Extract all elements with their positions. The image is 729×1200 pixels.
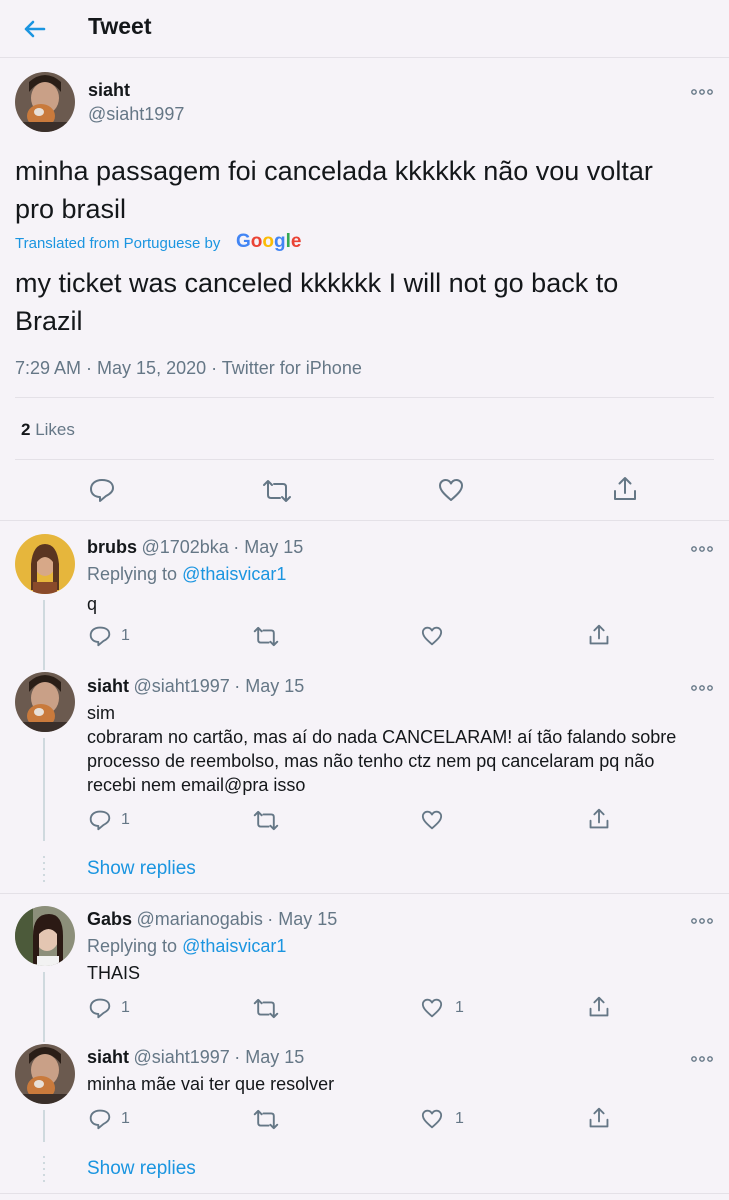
thread-line [43,600,45,670]
replying-label: Replying to [87,564,178,584]
thread-line [43,972,45,1042]
reply-author-name[interactable]: siaht [87,1047,129,1067]
likes-label: Likes [35,420,75,439]
reply-author-handle[interactable]: @marianogabis [136,909,262,929]
google-logo: Google [236,231,302,252]
more-options-icon[interactable] [691,84,713,95]
like-count: 1 [455,999,464,1016]
thread-line [43,1110,45,1142]
thread-line [43,738,45,841]
avatar[interactable] [15,906,75,966]
retweet-icon[interactable] [253,626,279,647]
likes-summary[interactable]: 2 Likes [21,420,75,440]
reply-count: 1 [121,811,130,828]
share-icon[interactable] [588,624,610,646]
reply-text: q [87,594,98,614]
reply-author-handle[interactable]: @siaht1997 [133,1047,229,1067]
reply-count: 1 [121,1110,130,1127]
reply-icon[interactable] [89,625,111,647]
like-icon[interactable] [421,998,443,1018]
reply-text-line: sim [87,703,115,723]
replying-to-link[interactable]: @thaisvicar1 [182,564,286,584]
reply-header: siaht @siaht1997 · May 15 [87,676,304,697]
translated-label: Translated from Portuguese by [15,235,221,252]
share-icon[interactable] [588,1107,610,1129]
retweet-icon[interactable] [253,810,279,831]
reply-text: minha mãe vai ter que resolver [87,1074,335,1094]
reply-author-name[interactable]: brubs [87,537,137,557]
reply-date[interactable]: · May 15 [267,909,337,929]
share-icon[interactable] [588,808,610,830]
like-icon[interactable] [421,1109,443,1129]
reply-header: Gabs @marianogabis · May 15 [87,909,337,930]
reply-text-line: cobraram no cartão, mas aí do nada CANCE… [87,727,677,747]
reply-date[interactable]: · May 15 [234,676,304,696]
divider [0,1193,729,1194]
reply-author-handle[interactable]: @siaht1997 [133,676,229,696]
thread-dots [43,856,45,882]
arrow-left-icon[interactable] [18,12,52,46]
more-options-icon[interactable] [691,1051,713,1062]
reply-text: THAIS [87,963,141,983]
more-options-icon[interactable] [691,680,713,691]
retweet-icon[interactable] [253,1109,279,1130]
like-icon[interactable] [421,626,443,646]
reply-author-name[interactable]: siaht [87,676,129,696]
reply-date[interactable]: · May 15 [234,1047,304,1067]
reply-icon[interactable] [89,1108,111,1130]
page-title: Tweet [88,13,152,39]
author-name[interactable]: siaht [88,80,130,101]
reply-icon[interactable] [89,809,111,831]
show-replies-link[interactable]: Show replies [87,1158,196,1180]
reply-icon[interactable] [89,997,111,1019]
replying-to: Replying to @thaisvicar1 [87,936,286,957]
replying-label: Replying to [87,936,178,956]
avatar[interactable] [15,672,75,732]
share-icon[interactable] [612,476,638,502]
divider [0,893,729,894]
translated-text-line: my ticket was canceled kkkkkk I will not… [15,268,619,298]
tweet-text-line: minha passagem foi cancelada kkkkkk não … [15,156,653,186]
retweet-icon[interactable] [253,998,279,1019]
translated-text-line: Brazil [15,306,83,336]
reply-text-line: processo de reembolso, mas não tenho ctz… [87,751,655,771]
like-icon[interactable] [438,478,464,502]
avatar[interactable] [15,1044,75,1104]
more-options-icon[interactable] [691,541,713,552]
replying-to: Replying to @thaisvicar1 [87,564,286,585]
author-handle[interactable]: @siaht1997 [88,104,184,125]
reply-header: brubs @1702bka · May 15 [87,537,303,558]
reply-count: 1 [121,999,130,1016]
tweet-text-line: pro brasil [15,194,127,224]
more-options-icon[interactable] [691,913,713,924]
thread-dots [43,1156,45,1182]
retweet-icon[interactable] [262,479,292,503]
likes-count: 2 [21,420,31,439]
tweet-timestamp[interactable]: 7:29 AM · May 15, 2020 · Twitter for iPh… [15,358,362,379]
like-count: 1 [455,1110,464,1127]
reply-author-name[interactable]: Gabs [87,909,132,929]
top-bar: Tweet [0,0,729,58]
reply-count: 1 [121,627,130,644]
divider [15,397,714,398]
replying-to-link[interactable]: @thaisvicar1 [182,936,286,956]
reply-header: siaht @siaht1997 · May 15 [87,1047,304,1068]
reply-date[interactable]: · May 15 [233,537,303,557]
reply-text-line: recebi nem email@pra isso [87,775,306,795]
avatar[interactable] [15,534,75,594]
reply-author-handle[interactable]: @1702bka [141,537,228,557]
share-icon[interactable] [588,996,610,1018]
divider [15,459,714,460]
reply-icon[interactable] [89,477,115,503]
show-replies-link[interactable]: Show replies [87,858,196,880]
avatar[interactable] [15,72,75,132]
like-icon[interactable] [421,810,443,830]
divider [0,520,729,521]
